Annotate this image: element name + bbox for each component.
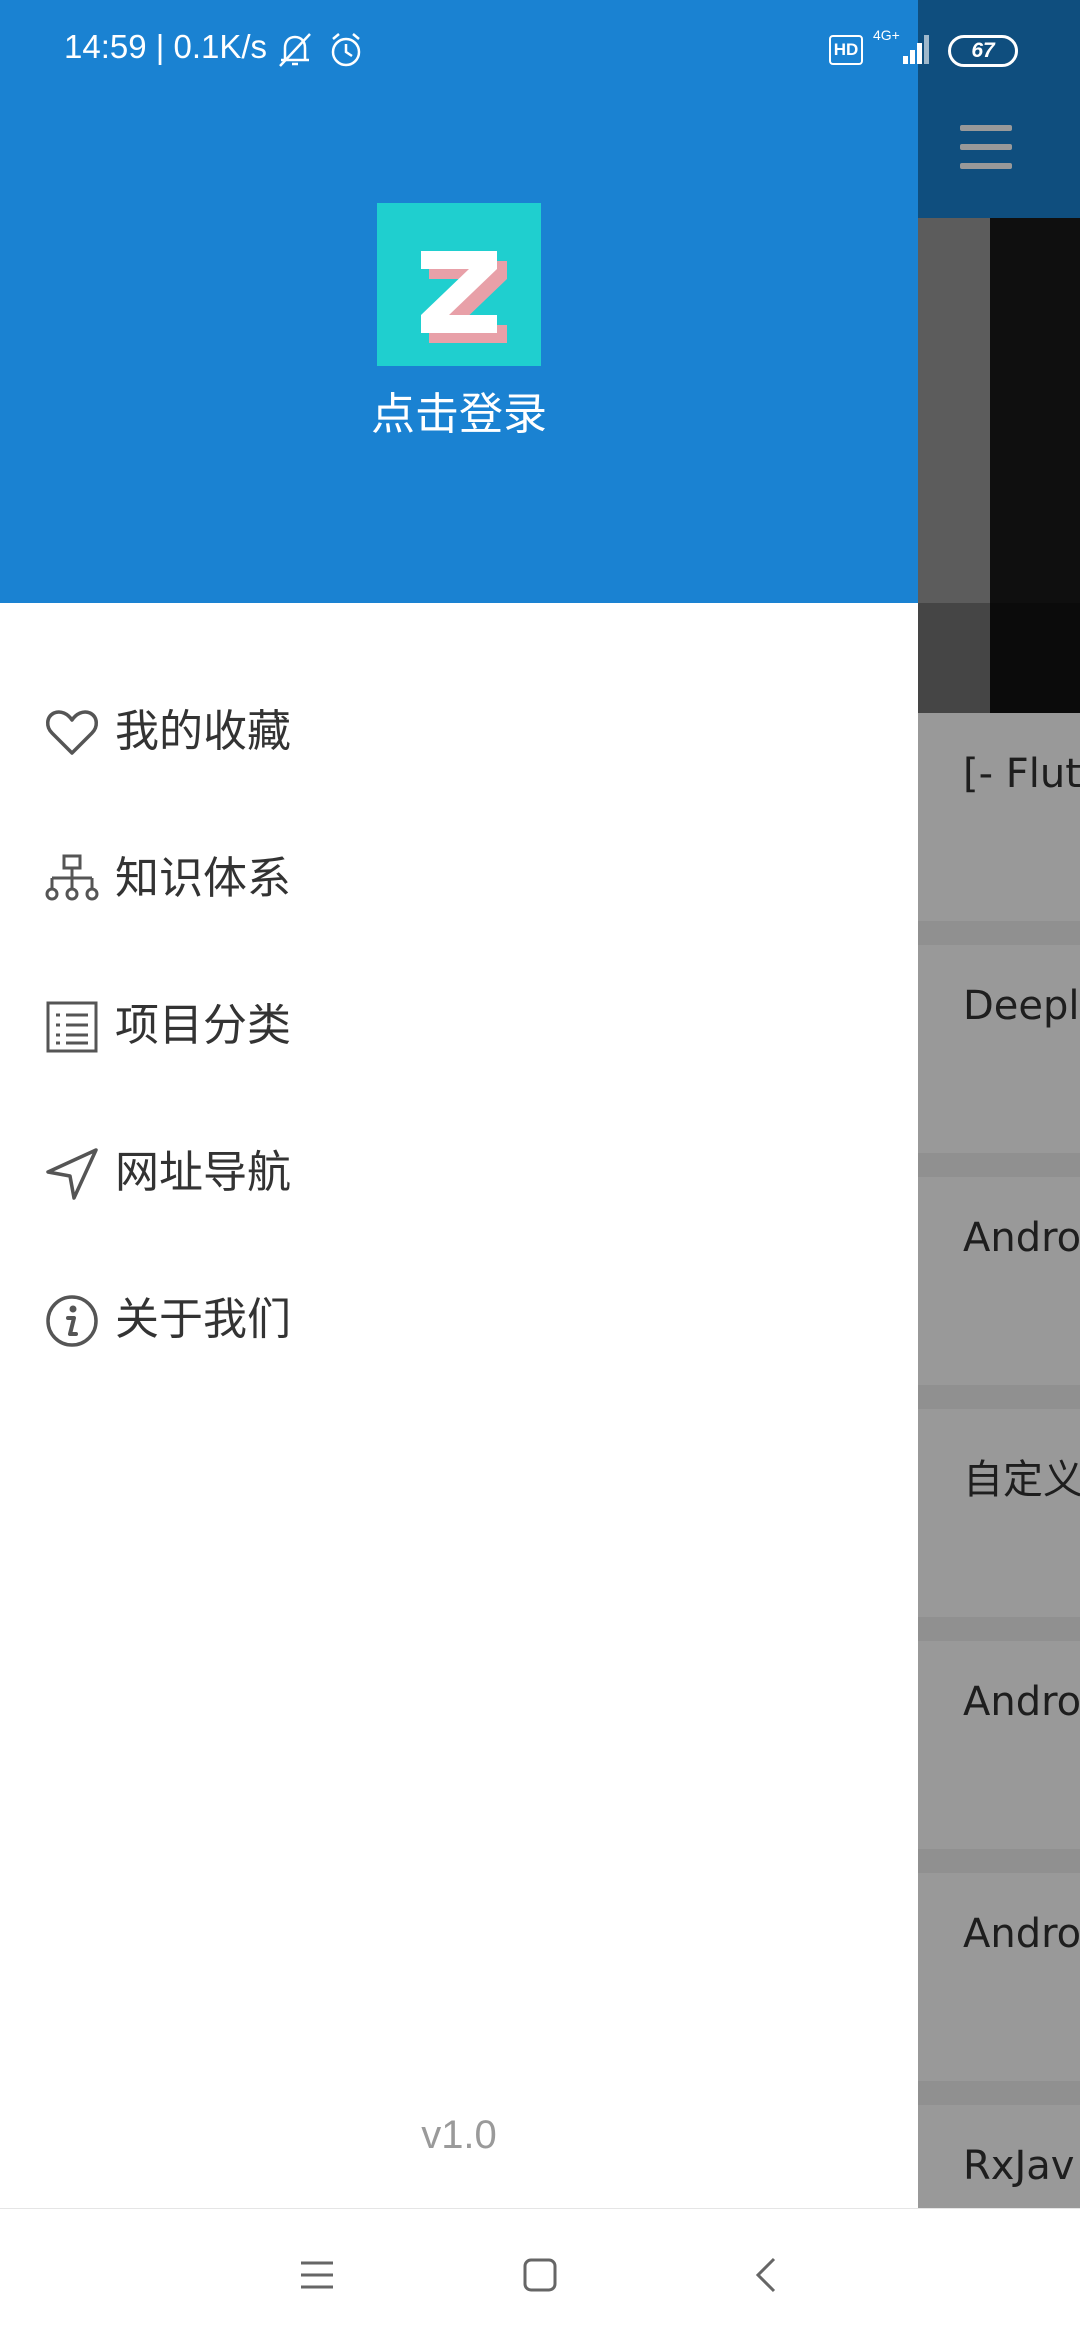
drawer-scrim[interactable] <box>918 0 1080 2208</box>
back-button[interactable] <box>744 2253 792 2297</box>
list-icon <box>46 1001 98 1053</box>
navigation-drawer: 点击登录 我的收藏 知识体系 项目分类 网址导航 关于我们 v1.0 <box>0 0 918 2208</box>
heart-icon <box>46 710 98 755</box>
menu-item-navigation[interactable]: 网址导航 <box>0 1118 918 1265</box>
menu-item-label: 知识体系 <box>115 853 291 904</box>
alarm-icon <box>331 33 361 67</box>
drawer-menu: 我的收藏 知识体系 项目分类 网址导航 关于我们 <box>0 677 918 1412</box>
system-nav-bar <box>0 2208 1080 2341</box>
signal-icon <box>903 35 929 64</box>
info-icon <box>46 1295 98 1347</box>
hd-badge: HD <box>829 35 863 65</box>
menu-item-projects[interactable]: 项目分类 <box>0 971 918 1118</box>
home-button[interactable] <box>516 2253 564 2297</box>
status-bar: 14:59 | 0.1K/s HD 4G+ 67 <box>0 0 1080 100</box>
menu-item-label: 关于我们 <box>115 1294 291 1345</box>
bell-off-icon <box>279 33 311 67</box>
navigation-icon <box>46 1148 98 1200</box>
app-logo[interactable] <box>377 203 541 366</box>
version-label: v1.0 <box>421 2113 497 2157</box>
menu-button[interactable] <box>293 2253 341 2297</box>
status-time: 14:59 | 0.1K/s <box>64 28 268 65</box>
battery-icon: 67 <box>948 35 1018 67</box>
menu-item-favorites[interactable]: 我的收藏 <box>0 677 918 824</box>
menu-item-about[interactable]: 关于我们 <box>0 1265 918 1412</box>
menu-item-knowledge[interactable]: 知识体系 <box>0 824 918 971</box>
menu-item-label: 我的收藏 <box>115 706 291 757</box>
login-label[interactable]: 点击登录 <box>0 378 918 442</box>
menu-item-label: 网址导航 <box>115 1147 291 1198</box>
menu-item-label: 项目分类 <box>115 1000 291 1051</box>
sitemap-icon <box>45 854 99 901</box>
